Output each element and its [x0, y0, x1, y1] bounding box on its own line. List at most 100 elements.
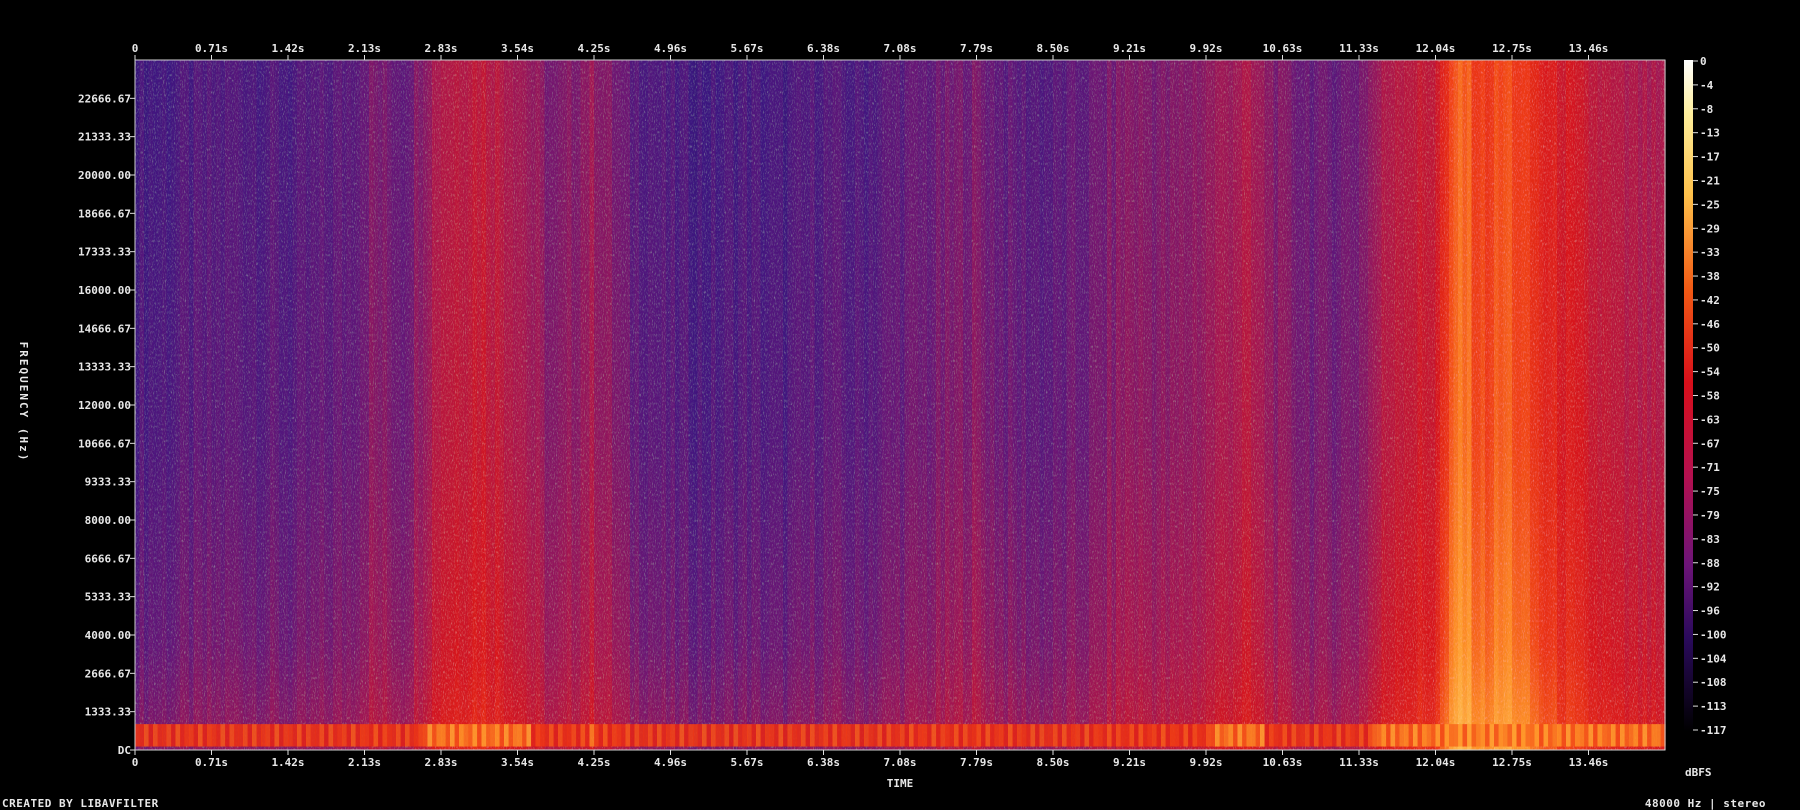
- colorbar-tick-label: -4: [1700, 79, 1714, 92]
- colorbar-tick-label: -17: [1700, 151, 1720, 164]
- spectrogram-column: [1602, 60, 1608, 750]
- spectrogram-column: [679, 60, 685, 750]
- low-band-segment: [1048, 724, 1054, 747]
- low-band-segment: [805, 724, 811, 747]
- low-band-segment: [657, 724, 663, 747]
- x-tick-top-label: 9.92s: [1189, 42, 1222, 55]
- low-band-segment: [1035, 724, 1041, 747]
- spectrogram-column: [891, 60, 897, 750]
- low-band-segment: [873, 724, 879, 747]
- spectrogram-column: [1530, 60, 1536, 750]
- y-tick-label: 20000.00: [78, 169, 131, 182]
- low-band-segment: [1233, 724, 1239, 747]
- spectrogram-column: [1449, 60, 1455, 750]
- spectrogram-column: [1170, 60, 1176, 750]
- x-tick-bottom-label: 1.42s: [271, 756, 304, 769]
- x-tick-bottom-label: 9.92s: [1189, 756, 1222, 769]
- spectrogram-column: [652, 60, 658, 750]
- spectrogram-column: [1278, 60, 1284, 750]
- low-band-segment: [1129, 724, 1135, 747]
- spectrogram-column: [1188, 60, 1194, 750]
- low-band-segment: [1174, 724, 1180, 747]
- low-band-segment: [1030, 724, 1036, 747]
- spectrogram-column: [1588, 60, 1594, 750]
- low-band-segment: [1399, 724, 1405, 747]
- y-tick-label: 16000.00: [78, 284, 131, 297]
- spectrogram-column: [382, 60, 388, 750]
- low-band-segment: [814, 724, 820, 747]
- spectrogram-column: [1161, 60, 1167, 750]
- spectrogram-column: [1003, 60, 1009, 750]
- low-band-segment: [846, 724, 852, 747]
- spectrogram-plot: [134, 59, 1666, 751]
- low-band-segment: [571, 724, 577, 747]
- low-band-segment: [270, 724, 276, 747]
- low-band-segment: [679, 724, 685, 747]
- low-band-segment: [1485, 724, 1491, 747]
- spectrogram-column: [1066, 60, 1072, 750]
- low-band-segment: [1111, 724, 1117, 747]
- low-band-segment: [1309, 724, 1315, 747]
- low-band-segment: [1345, 724, 1351, 747]
- spectrogram-column: [310, 60, 316, 750]
- low-band-segment: [1494, 724, 1500, 747]
- spectrogram-column: [873, 60, 879, 750]
- colorbar-tick-label: 0: [1700, 55, 1707, 68]
- low-band-segment: [918, 724, 924, 747]
- low-band-segment: [1215, 724, 1221, 747]
- low-band-segment: [639, 724, 645, 747]
- low-band-segment: [585, 724, 591, 747]
- low-band-segment: [567, 724, 573, 747]
- spectrogram-column: [868, 60, 874, 750]
- spectrogram-column: [1633, 60, 1639, 750]
- low-band-segment: [1161, 724, 1167, 747]
- spectrogram-column: [715, 60, 721, 750]
- spectrogram-column: [693, 60, 699, 750]
- low-band-segment: [1638, 724, 1644, 747]
- low-band-segment: [144, 724, 150, 747]
- spectrogram-column: [783, 60, 789, 750]
- low-band-segment: [1224, 724, 1230, 747]
- spectrogram-column: [904, 60, 910, 750]
- spectrogram-column: [454, 60, 460, 750]
- spectrogram-column: [522, 60, 528, 750]
- low-band-segment: [1404, 724, 1410, 747]
- spectrogram-column: [1039, 60, 1045, 750]
- spectrogram-column: [486, 60, 492, 750]
- colorbar-tick-label: -25: [1700, 198, 1720, 211]
- x-tick-bottom-label: 13.46s: [1569, 756, 1609, 769]
- spectrogram-column: [558, 60, 564, 750]
- low-band-segment: [1147, 724, 1153, 747]
- low-band-segment: [864, 724, 870, 747]
- spectrogram-column: [1489, 60, 1495, 750]
- low-band-segment: [301, 724, 307, 747]
- low-band-segment: [634, 724, 640, 747]
- x-tick-top-label: 11.33s: [1339, 42, 1379, 55]
- low-band-segment: [580, 724, 586, 747]
- low-band-segment: [891, 724, 897, 747]
- low-band-segment: [310, 724, 316, 747]
- low-band-segment: [162, 724, 168, 747]
- low-band-segment: [1323, 724, 1329, 747]
- spectrogram-column: [1498, 60, 1504, 750]
- spectrogram-column: [1453, 60, 1459, 750]
- low-band-segment: [1116, 724, 1122, 747]
- spectrogram-column: [1183, 60, 1189, 750]
- spectrogram-column: [256, 60, 262, 750]
- low-band-segment: [148, 724, 154, 747]
- spectrogram-column: [261, 60, 267, 750]
- spectrogram-column: [1242, 60, 1248, 750]
- low-band-segment: [927, 724, 933, 747]
- low-band-segment: [1053, 724, 1059, 747]
- low-band-segment: [279, 724, 285, 747]
- x-tick-bottom-label: 8.50s: [1036, 756, 1069, 769]
- y-tick-label: 2666.67: [85, 667, 131, 680]
- low-band-segment: [409, 724, 415, 747]
- low-band-segment: [468, 724, 474, 747]
- colorbar: 0 -4 -8 -13 -17 -21 -25 -29 -33 -38 -42 -46 -50 -54 -5…: [1684, 55, 1727, 779]
- spectrogram-column: [1026, 60, 1032, 750]
- spectrogram-column: [850, 60, 856, 750]
- low-band-segment: [207, 724, 213, 747]
- spectrogram-column: [1422, 60, 1428, 750]
- low-band-segment: [1305, 724, 1311, 747]
